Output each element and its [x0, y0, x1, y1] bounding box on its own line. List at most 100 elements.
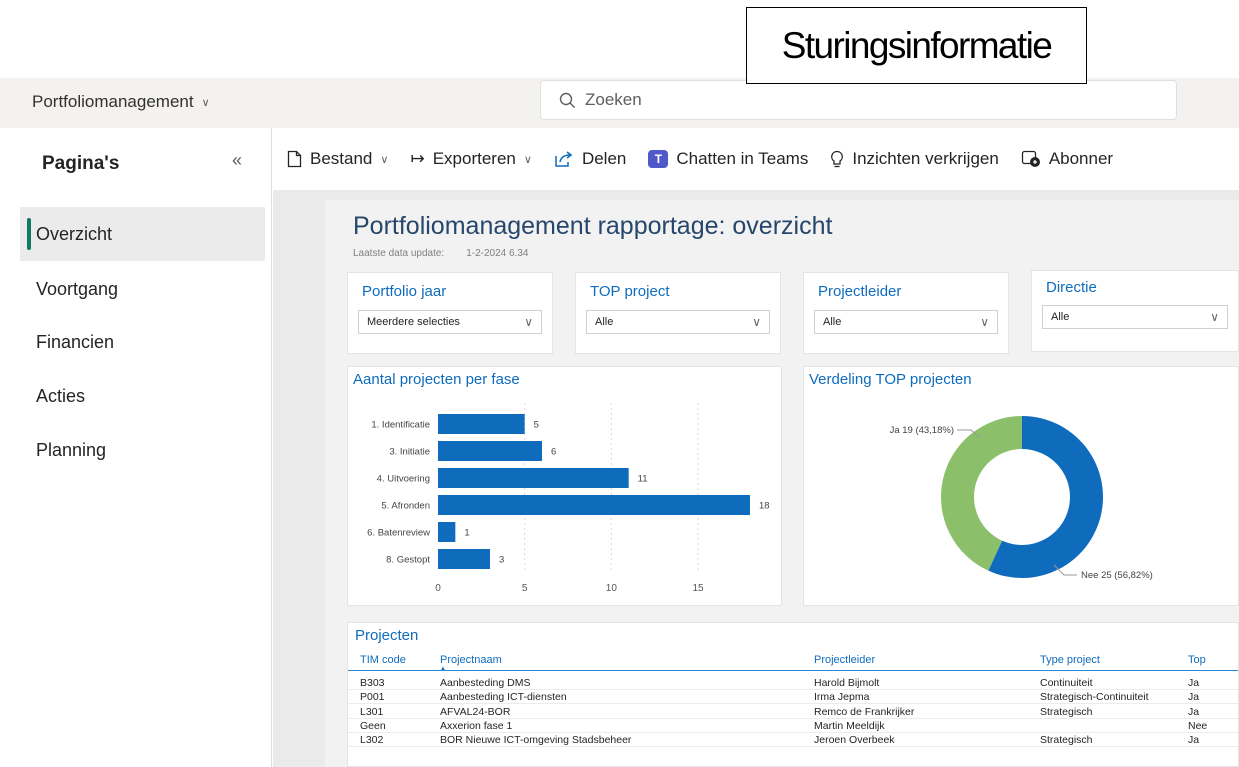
collapse-icon[interactable]: « [232, 150, 242, 171]
teams-icon: T [648, 150, 669, 168]
table-cell: Jeroen Overbeek [814, 734, 895, 747]
column-header-projectleider[interactable]: Projectleider [814, 654, 875, 666]
update-value: 1-2-2024 6.34 [466, 248, 529, 259]
export-menu-button[interactable]: ↦ Exporteren ∨ [410, 149, 531, 169]
category-label: 3. Initiatie [389, 447, 430, 458]
column-header-type-project[interactable]: Type project [1040, 654, 1100, 666]
export-icon: ↦ [410, 149, 425, 168]
slicer-value: Alle [1051, 311, 1070, 323]
table-row[interactable]: P001 Aanbesteding ICT-diensten Irma Jepma S… [348, 690, 1238, 705]
table-cell: Nee [1188, 719, 1208, 732]
slicer-dropdown[interactable]: Meerdere selecties ∨ [358, 310, 542, 334]
slicer-label: TOP project [590, 283, 670, 300]
table-cell: Remco de Frankrijker [814, 705, 915, 718]
table-cell: Ja [1188, 677, 1200, 689]
slicer-top-project: TOP project Alle ∨ [575, 272, 781, 354]
app-bar: Portfoliomanagement ∨ Zoeken [0, 78, 1239, 128]
export-label: Exporteren [432, 149, 516, 168]
file-menu-button[interactable]: Bestand ∨ [287, 149, 388, 169]
table-cell: Harold Bijmolt [814, 677, 880, 689]
pages-title: Pagina's [42, 153, 120, 174]
slicer-value: Meerdere selecties [367, 316, 460, 328]
column-header-tim-code[interactable]: TIM code [360, 654, 406, 666]
donut-chart-title: Verdeling TOP projecten [809, 371, 972, 388]
table-row[interactable]: L302 BOR Nieuwe ICT-omgeving Stadsbeheer J… [348, 733, 1238, 748]
chevron-down-icon: ∨ [752, 315, 761, 329]
teams-chat-button[interactable]: T Chatten in Teams [648, 149, 808, 169]
slicer-label: Directie [1046, 279, 1097, 296]
subscribe-icon [1021, 150, 1040, 167]
caption-box: Sturingsinformatie [746, 7, 1087, 84]
bar-chart-card[interactable]: Aantal projecten per fase 0 5 10 15 1. Ident… [347, 366, 782, 606]
table-cell: L301 [360, 705, 384, 718]
x-tick-label: 10 [606, 583, 618, 594]
slicer-directie: Directie Alle ∨ [1031, 270, 1239, 352]
table-cell: Axxerion fase 1 [440, 719, 513, 732]
search-placeholder: Zoeken [585, 90, 642, 109]
slicer-value: Alle [823, 316, 842, 328]
x-tick-label: 0 [435, 583, 441, 594]
table-cell: Aanbesteding ICT-diensten [440, 691, 567, 704]
page-item-acties[interactable]: Acties [20, 369, 265, 423]
share-label: Delen [581, 149, 627, 168]
data-label: 18 [759, 501, 770, 512]
share-icon [555, 151, 573, 167]
page-item-financien[interactable]: Financien [20, 315, 265, 369]
table-cell: Strategisch [1040, 734, 1093, 747]
page-item-overzicht[interactable]: Overzicht [20, 207, 265, 261]
table-cell: Ja [1188, 705, 1200, 718]
page-item-voortgang[interactable]: Voortgang [20, 262, 265, 316]
slicer-dropdown[interactable]: Alle ∨ [586, 310, 770, 334]
column-header-projectnaam[interactable]: Projectnaam [440, 654, 502, 666]
slice-label: Ja 19 (43,18%) [890, 425, 954, 436]
bar [438, 495, 750, 515]
app-window: Sturingsinformatie Portfoliomanagement ∨… [0, 0, 1239, 767]
page-item-planning[interactable]: Planning [20, 423, 265, 477]
slicer-label: Projectleider [818, 283, 902, 300]
column-header-top[interactable]: Top [1188, 654, 1206, 666]
table-row[interactable]: Geen Axxerion fase 1 Martin Meeldijk Nee [348, 719, 1238, 733]
slicer-projectleider: Projectleider Alle ∨ [803, 272, 1009, 354]
pages-pane: Pagina's « Overzicht Voortgang Financien… [0, 128, 272, 767]
table-cell: Geen [360, 719, 386, 732]
slicer-dropdown[interactable]: Alle ∨ [814, 310, 998, 334]
bar-chart-title: Aantal projecten per fase [353, 371, 520, 388]
file-label: Bestand [310, 149, 373, 168]
insights-button[interactable]: Inzichten verkrijgen [830, 149, 999, 169]
category-label: 1. Identificatie [371, 420, 430, 431]
table-cell: Ja [1188, 691, 1200, 704]
table-cell: Strategisch-Continuiteit [1040, 691, 1149, 704]
chevron-down-icon: ∨ [980, 315, 989, 329]
workspace-switcher[interactable]: Portfoliomanagement ∨ [32, 92, 210, 112]
table-row[interactable]: B303 Aanbesteding DMS Harold Bijmolt Contin… [348, 676, 1238, 690]
report-page: Portfoliomanagement rapportage: overzich… [325, 200, 1239, 767]
donut-chart-card[interactable]: Verdeling TOP projecten Ja 19 (43,18%) Ne… [803, 366, 1239, 606]
data-label: 5 [534, 420, 539, 431]
data-label: 11 [638, 474, 648, 485]
table-cell: L302 [360, 734, 384, 747]
subscribe-button[interactable]: Abonner [1021, 149, 1113, 169]
search-input[interactable]: Zoeken [540, 80, 1177, 120]
slicer-value: Alle [595, 316, 614, 328]
table-cell: P001 [360, 691, 385, 704]
slicer-portfolio-jaar: Portfolio jaar Meerdere selecties ∨ [347, 272, 553, 354]
chevron-down-icon: ∨ [1210, 310, 1219, 324]
x-tick-label: 5 [522, 583, 528, 594]
bar [438, 468, 629, 488]
lightbulb-icon [831, 150, 844, 167]
table-cell: Ja [1188, 734, 1200, 747]
table-cell: Continuiteit [1040, 677, 1093, 689]
table-cell: Aanbesteding DMS [440, 677, 531, 689]
data-update-info: Laatste data update: 1-2-2024 6.34 [353, 248, 528, 259]
share-button[interactable]: Delen [554, 149, 626, 169]
slicer-dropdown[interactable]: Alle ∨ [1042, 305, 1228, 329]
data-label: 6 [551, 447, 556, 458]
workspace-label: Portfoliomanagement [32, 92, 194, 111]
bar [438, 441, 542, 461]
table-row[interactable]: L301 AFVAL24-BOR Remco de Frankrijker Strat… [348, 705, 1238, 719]
slice-label: Nee 25 (56,82%) [1081, 570, 1153, 581]
x-tick-label: 15 [692, 583, 704, 594]
chevron-down-icon: ∨ [523, 153, 532, 166]
table-cell: Irma Jepma [814, 691, 870, 704]
bar [438, 414, 525, 434]
